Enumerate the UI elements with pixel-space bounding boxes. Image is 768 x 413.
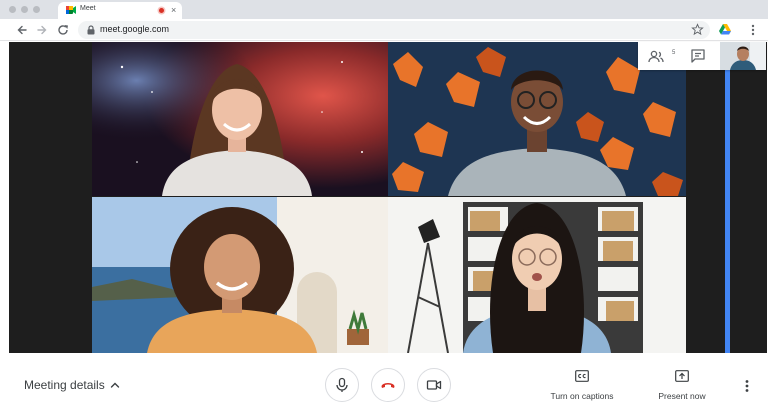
meeting-details-button[interactable]: Meeting details [24,378,105,392]
people-button[interactable]: 5 [648,47,675,65]
participant-count: 5 [672,50,676,56]
forward-icon[interactable] [35,23,49,37]
window-zoom-dot[interactable] [33,6,40,13]
present-now-button[interactable]: Present now [651,370,713,404]
self-view-thumbnail[interactable] [720,42,766,70]
hangup-icon [381,383,395,388]
browser-tab-strip: Meet × [0,0,768,19]
self-view-video [720,42,766,70]
window-minimize-dot[interactable] [21,6,28,13]
tab-close-icon[interactable]: × [171,4,176,16]
star-icon[interactable] [691,23,704,36]
browser-toolbar: meet.google.com [0,19,768,41]
present-icon [675,370,689,382]
camera-icon [426,380,442,390]
back-icon[interactable] [15,23,29,37]
browser-tab[interactable]: Meet × [58,2,182,19]
more-options-icon[interactable] [740,379,754,393]
meeting-controls-bar: Meeting details Turn on captions Present… [0,353,768,413]
reload-icon[interactable] [56,23,70,37]
leave-call-button[interactable] [371,368,405,402]
present-now-label: Present now [658,391,706,401]
address-bar[interactable]: meet.google.com [78,21,710,39]
participant-tile-1[interactable] [92,42,388,196]
video-grid [9,42,767,353]
participant-video-4 [388,197,686,353]
microphone-button[interactable] [325,368,359,402]
url-text: meet.google.com [100,24,170,34]
active-speaker-indicator [725,70,730,353]
captions-label: Turn on captions [550,391,614,401]
meeting-top-panel: 5 [638,42,766,70]
kebab-menu-icon[interactable] [746,23,760,37]
people-icon [648,50,664,63]
window-close-dot[interactable] [9,6,16,13]
camera-button[interactable] [417,368,451,402]
captions-icon [575,370,589,382]
meet-favicon-icon [66,6,76,14]
recording-indicator-icon [159,8,164,13]
participant-tile-3[interactable] [92,197,388,353]
participant-tile-4[interactable] [388,197,686,353]
chat-icon[interactable] [690,48,706,64]
participant-video-3 [92,197,388,353]
participant-video-1 [92,42,388,196]
captions-button[interactable]: Turn on captions [545,370,619,404]
drive-icon[interactable] [718,23,732,37]
tab-title: Meet [80,5,96,12]
mic-icon [336,377,348,392]
chevron-up-icon[interactable] [109,379,121,391]
lock-icon [87,25,95,35]
